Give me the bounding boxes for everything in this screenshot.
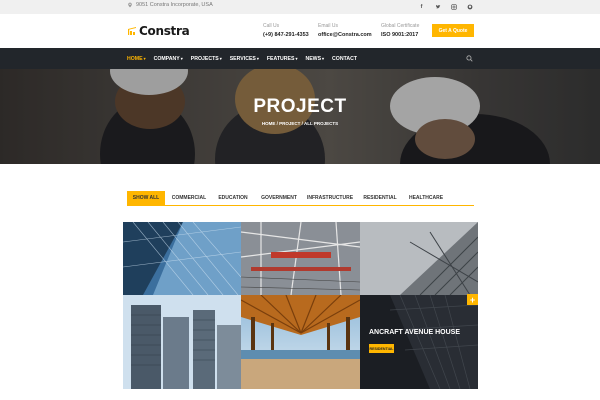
chevron-down-icon: ▾ <box>322 56 325 61</box>
tab-education[interactable]: EDUCATION <box>213 191 253 205</box>
project-gallery <box>123 222 478 389</box>
project-tile[interactable] <box>360 222 478 295</box>
search-icon[interactable] <box>466 55 473 62</box>
call-info: Call Us (+9) 847-291-4353 <box>263 23 309 38</box>
nav-item-news[interactable]: NEWS ▾ <box>305 56 324 62</box>
tab-residential[interactable]: RESIDENTIAL <box>359 191 401 205</box>
map-pin-icon <box>128 2 132 8</box>
project-tile-featured[interactable] <box>360 295 478 389</box>
featured-project-title[interactable]: ANCRAFT AVENUE HOUSE <box>369 329 460 336</box>
main-nav: HOME ▾ COMPANY ▾ PROJECTS ▾ SERVICES ▾ FEATU… <box>0 48 600 69</box>
chevron-down-icon: ▾ <box>219 56 222 61</box>
crane-logo-icon <box>128 27 136 35</box>
certificate-label: Global Certificate <box>381 23 420 29</box>
chevron-down-icon: ▾ <box>143 56 146 61</box>
call-label: Call Us <box>263 23 280 29</box>
chevron-down-icon: ▾ <box>295 56 298 61</box>
site-header: Constra Call Us (+9) 847-291-4353 Email … <box>0 14 600 48</box>
brand-logo[interactable]: Constra <box>127 24 190 38</box>
expand-plus-button[interactable]: + <box>467 294 478 305</box>
project-tile[interactable] <box>241 222 360 295</box>
tab-commercial[interactable]: COMMERCIAL <box>167 191 211 205</box>
social-links: f <box>418 3 473 10</box>
address: 9051 Constra Incorporate, USA <box>127 2 213 8</box>
nav-item-home[interactable]: HOME ▾ <box>127 56 146 62</box>
tab-healthcare[interactable]: HEALTHCARE <box>403 191 449 205</box>
email-info: Email Us office@Constra.com <box>318 23 372 38</box>
project-filter-tabs: SHOW ALL COMMERCIAL EDUCATION GOVERNMENT… <box>127 191 474 206</box>
project-tile[interactable] <box>123 295 241 389</box>
tab-government[interactable]: GOVERNMENT <box>255 191 303 205</box>
address-text: 9051 Constra Incorporate, USA <box>136 2 213 8</box>
project-tile[interactable] <box>123 222 241 295</box>
get-a-quote-button[interactable]: Get A Quote <box>432 24 474 37</box>
top-bar: 9051 Constra Incorporate, USA f <box>0 0 600 14</box>
project-tile[interactable] <box>241 295 360 389</box>
nav-item-contact[interactable]: CONTACT <box>332 56 357 62</box>
email-label: Email Us <box>318 23 339 29</box>
twitter-icon[interactable] <box>434 3 441 10</box>
instagram-icon[interactable] <box>450 3 457 10</box>
certificate-info: Global Certificate ISO 9001:2017 <box>381 23 419 38</box>
chevron-down-icon: ▾ <box>256 56 259 61</box>
nav-item-features[interactable]: FEATURES ▾ <box>267 56 298 62</box>
call-number[interactable]: (+9) 847-291-4353 <box>263 32 309 38</box>
breadcrumb[interactable]: HOME / PROJECT / ALL PROJECTS <box>0 121 600 126</box>
tab-infrastructure[interactable]: INFRASTRUCTURE <box>305 191 355 205</box>
github-icon[interactable] <box>466 3 473 10</box>
chevron-down-icon: ▾ <box>180 56 183 61</box>
nav-item-company[interactable]: COMPANY ▾ <box>154 56 183 62</box>
facebook-icon[interactable]: f <box>418 3 425 10</box>
nav-item-services[interactable]: SERVICES ▾ <box>230 56 259 62</box>
tab-show-all[interactable]: SHOW ALL <box>127 191 165 205</box>
certificate-value: ISO 9001:2017 <box>381 32 419 38</box>
page-banner: PROJECT HOME / PROJECT / ALL PROJECTS <box>0 69 600 164</box>
brand-name: Constra <box>139 24 190 38</box>
page-title: PROJECT <box>253 96 347 117</box>
nav-item-projects[interactable]: PROJECTS ▾ <box>191 56 222 62</box>
email-address[interactable]: office@Constra.com <box>318 32 372 38</box>
featured-project-category[interactable]: RESIDENTIAL <box>369 344 394 353</box>
